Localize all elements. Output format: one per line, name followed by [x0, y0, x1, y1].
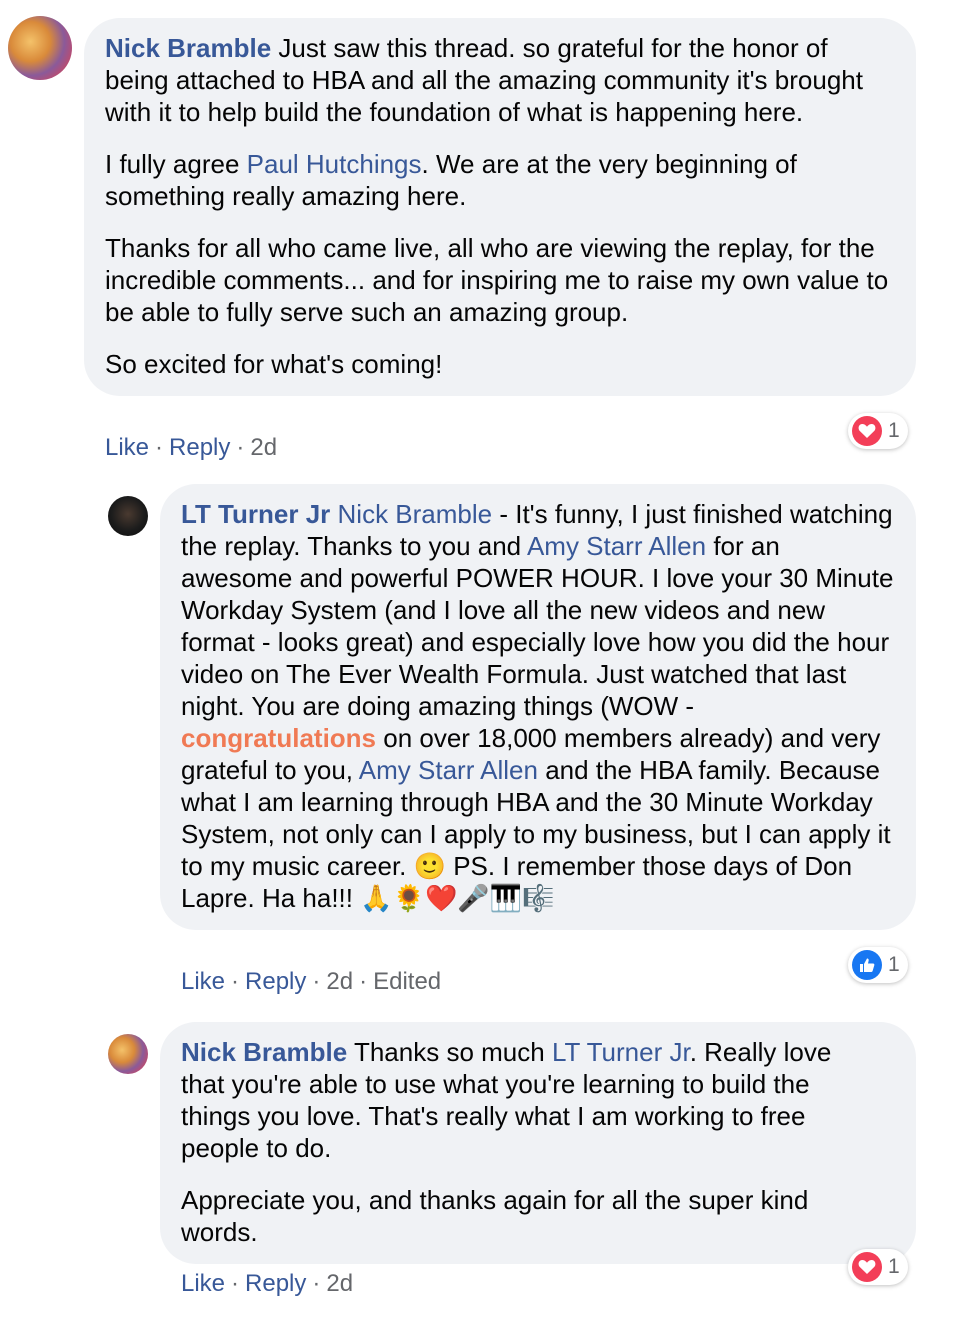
reaction-count-label: 1 — [888, 1255, 900, 1278]
reaction-count[interactable]: 1 — [848, 413, 908, 449]
reply-button[interactable]: Reply — [169, 434, 230, 461]
reply-button[interactable]: Reply — [245, 1270, 306, 1297]
mention-link[interactable]: Nick Bramble — [338, 499, 493, 529]
comment-author[interactable]: Nick Bramble — [181, 1037, 347, 1067]
comment-author[interactable]: LT Turner Jr — [181, 499, 330, 529]
comment-paragraph: So excited for what's coming! — [105, 348, 894, 380]
comment-text: Appreciate you, and thanks again for all… — [181, 1185, 809, 1247]
comment-author[interactable]: Nick Bramble — [105, 33, 271, 63]
comment-paragraph: Thanks for all who came live, all who ar… — [105, 232, 894, 328]
reaction-count[interactable]: 1 — [848, 1249, 908, 1285]
mention-link[interactable]: Paul Hutchings — [247, 149, 422, 179]
avatar[interactable] — [8, 16, 72, 80]
like-button[interactable]: Like — [181, 968, 225, 995]
comment-actions: Like · Reply · 2d — [105, 434, 278, 461]
comment-text: So excited for what's coming! — [105, 349, 443, 379]
comment-text: Thanks so much — [353, 1037, 552, 1067]
heart-icon — [852, 416, 882, 446]
comment-actions: Like · Reply · 2d · Edited — [181, 968, 442, 995]
reaction-count[interactable]: 1 — [848, 947, 908, 983]
comment-timestamp[interactable]: 2d — [326, 1270, 353, 1297]
mention-link[interactable]: LT Turner Jr — [552, 1037, 690, 1067]
avatar[interactable] — [108, 496, 148, 536]
mention-link[interactable]: Amy Starr Allen — [359, 755, 538, 785]
avatar[interactable] — [108, 1034, 148, 1074]
comment-bubble: LT Turner Jr Nick Bramble - It's funny, … — [160, 484, 916, 930]
comment-timestamp[interactable]: 2d — [250, 434, 277, 461]
edited-label[interactable]: Edited — [373, 968, 441, 995]
heart-icon — [852, 1252, 882, 1282]
thumbs-up-icon — [852, 950, 882, 980]
comment-paragraph: LT Turner Jr Nick Bramble - It's funny, … — [181, 498, 896, 914]
highlighted-keyword[interactable]: congratulations — [181, 723, 376, 753]
comment-bubble: Nick Bramble Just saw this thread. so gr… — [84, 18, 916, 396]
comment-paragraph: I fully agree Paul Hutchings. We are at … — [105, 148, 894, 212]
comment-actions: Like · Reply · 2d — [181, 1270, 354, 1297]
like-button[interactable]: Like — [105, 434, 149, 461]
comment-timestamp[interactable]: 2d — [326, 968, 353, 995]
comment-text: Thanks for all who came live, all who ar… — [105, 233, 889, 327]
like-button[interactable]: Like — [181, 1270, 225, 1297]
comment-text: I fully agree — [105, 149, 247, 179]
mention-link[interactable]: Amy Starr Allen — [527, 531, 706, 561]
comment-paragraph: Appreciate you, and thanks again for all… — [181, 1184, 876, 1248]
comment-bubble: Nick Bramble Thanks so much LT Turner Jr… — [160, 1022, 916, 1264]
reaction-count-label: 1 — [888, 419, 900, 442]
comment-paragraph: Nick Bramble Just saw this thread. so gr… — [105, 32, 894, 128]
reply-button[interactable]: Reply — [245, 968, 306, 995]
reaction-count-label: 1 — [888, 953, 900, 976]
comment-paragraph: Nick Bramble Thanks so much LT Turner Jr… — [181, 1036, 876, 1164]
